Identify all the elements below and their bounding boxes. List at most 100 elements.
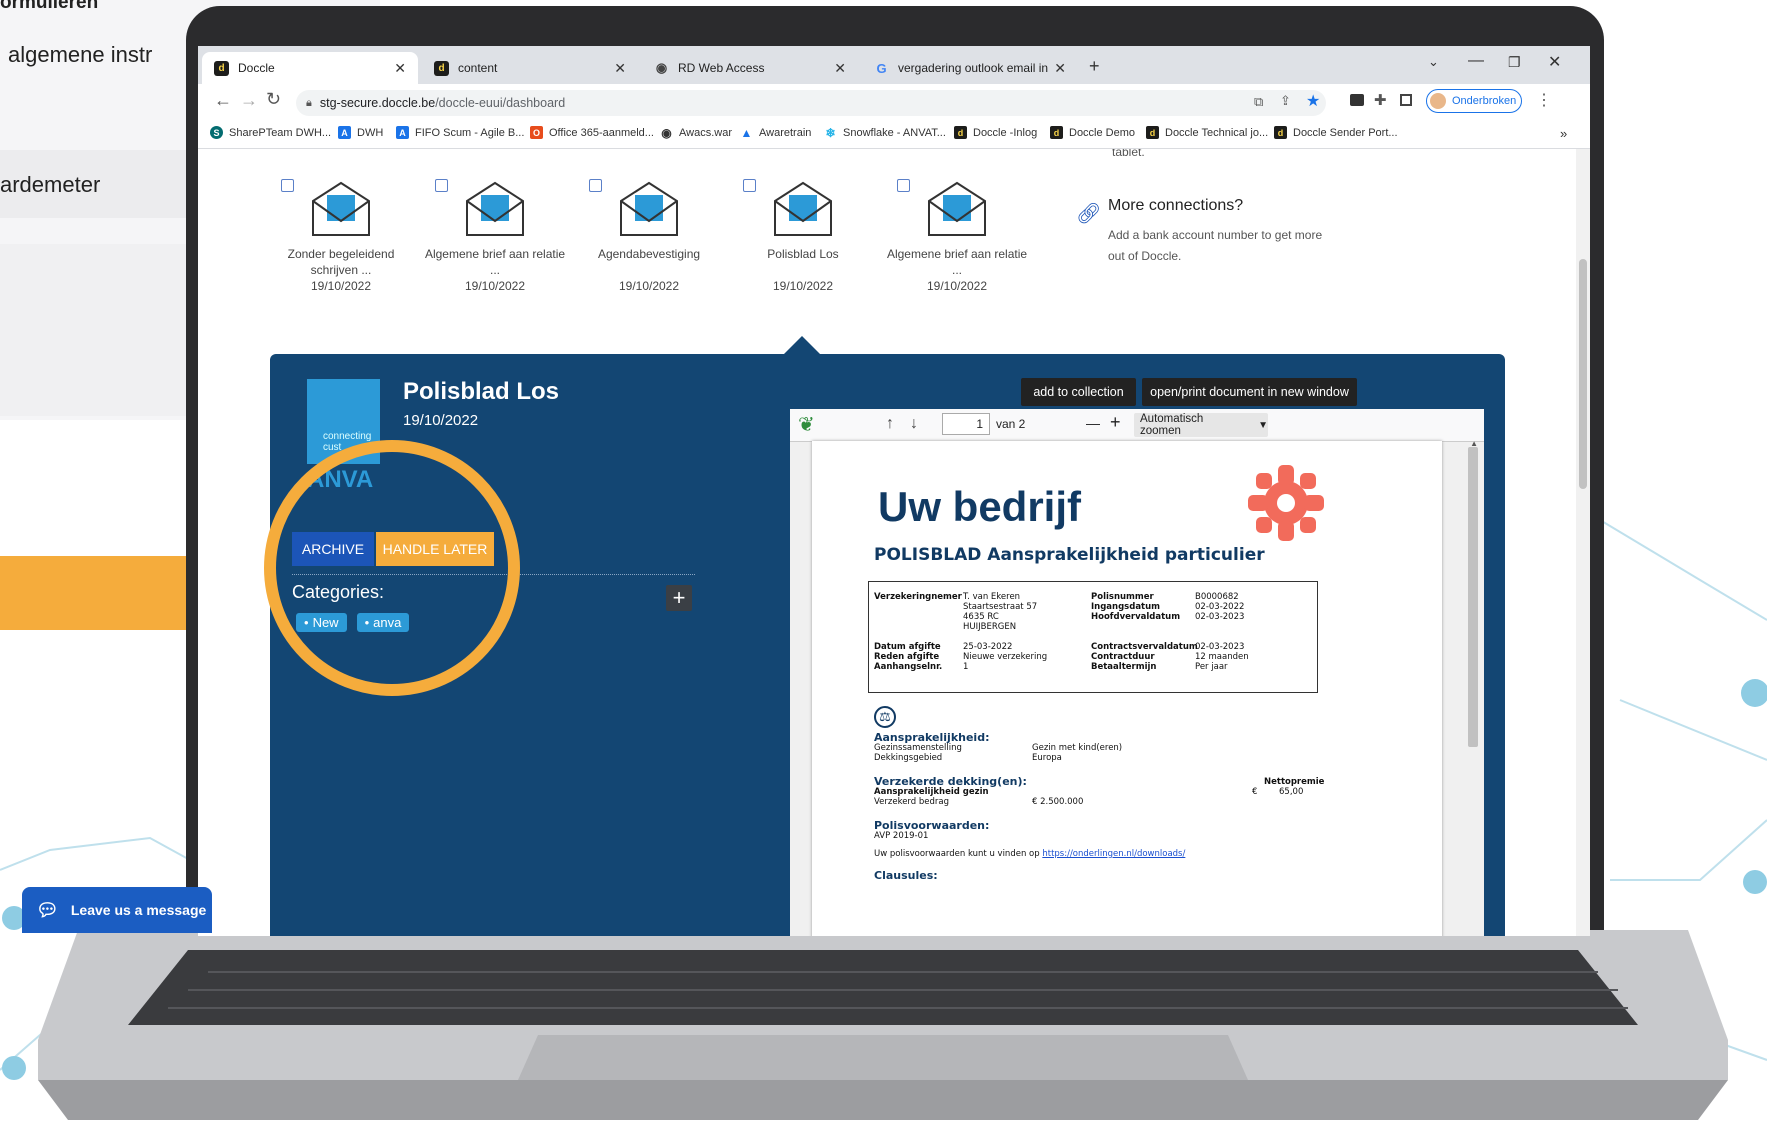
document-date: 19/10/2022 — [926, 279, 988, 293]
open-print-button[interactable]: open/print document in new window — [1142, 378, 1357, 406]
document-card[interactable]: Agendabevestiging 19/10/2022 — [574, 179, 724, 294]
envelope-icon — [774, 181, 832, 236]
menu-kebab-icon[interactable]: ⋮ — [1536, 90, 1552, 110]
doccle-icon: d — [1146, 126, 1159, 139]
bookmark-item[interactable]: A DWH — [338, 126, 383, 139]
document-date: 19/10/2022 — [310, 279, 372, 293]
issue-values: 25-03-2022 Nieuwe verzekering 1 — [963, 642, 1047, 672]
label-coverage-area: Dekkingsgebied — [874, 753, 943, 763]
zoom-in-button[interactable]: + — [1110, 412, 1121, 433]
tab-label: Doccle — [238, 61, 275, 75]
url-field[interactable]: 🔒︎ stg-secure.doccle.be/doccle-euui/dash… — [296, 90, 1326, 116]
share-icon[interactable]: ⇪ — [1280, 93, 1291, 109]
company-logo-icon — [1248, 465, 1324, 541]
bookmarks-more[interactable]: » — [1560, 126, 1567, 141]
forward-icon[interactable]: → — [240, 90, 258, 111]
extension-icon[interactable] — [1350, 94, 1364, 106]
chevron-down-icon: ▼ — [1258, 419, 1268, 431]
translate-icon[interactable]: ⧉ — [1254, 94, 1263, 110]
document-checkbox[interactable] — [897, 179, 910, 192]
tab-doccle[interactable]: d Doccle ✕ — [202, 52, 418, 84]
chat-widget[interactable]: 💬︎ Leave us a message — [22, 887, 212, 933]
add-category-button[interactable]: + — [666, 585, 692, 611]
document-card-selected[interactable]: Polisblad Los 19/10/2022 — [728, 179, 878, 294]
net-premium-value: € 65,00 — [1252, 787, 1304, 797]
bookmark-label: Awacs.war — [679, 126, 732, 139]
address-bar: ← → ↻ 🔒︎ stg-secure.doccle.be/doccle-euu… — [198, 84, 1590, 120]
contract-expiry: 02-03-2023 — [1195, 642, 1245, 652]
tab-content[interactable]: d content ✕ — [422, 52, 638, 84]
conditions-link[interactable]: https://onderlingen.nl/downloads/ — [1042, 849, 1185, 859]
document-checkbox[interactable] — [589, 179, 602, 192]
side-panel-icon[interactable] — [1400, 94, 1412, 106]
main-due-date: 02-03-2023 — [1195, 612, 1245, 622]
label-contract-expiry: Contractsvervaldatum — [1091, 642, 1198, 652]
document-checkbox[interactable] — [281, 179, 294, 192]
issue-date: 25-03-2022 — [963, 642, 1013, 652]
pdf-company-name: Uw bedrijf — [878, 483, 1082, 530]
zoom-select[interactable]: Automatisch zoomen ▼ — [1134, 413, 1268, 437]
pdf-page: Uw bedrijf POLISBLAD Aansprakelijkheid p… — [812, 441, 1442, 936]
bookmark-item[interactable]: d Doccle Sender Port... — [1274, 126, 1398, 139]
insured-amount-label: Verzekerd bedrag — [874, 797, 949, 807]
side-top-text: tablet. — [1112, 149, 1145, 159]
document-checkbox[interactable] — [743, 179, 756, 192]
label-issue-reason: Reden afgifte — [874, 652, 940, 662]
label-family: Gezinssamenstelling — [874, 743, 962, 753]
zoom-out-button[interactable]: — — [1086, 415, 1100, 431]
url-path: /doccle-euui/dashboard — [435, 96, 566, 110]
close-icon[interactable]: ✕ — [614, 60, 626, 77]
page-number-input[interactable]: 1 — [942, 413, 990, 435]
prev-page-icon[interactable]: ↑ — [886, 415, 894, 433]
bookmark-item[interactable]: d Doccle Technical jo... — [1146, 126, 1268, 139]
bookmark-item[interactable]: S SharePTeam DWH... — [210, 126, 331, 139]
policyholder-city: HUIJBERGEN — [963, 622, 1017, 632]
more-connections-title[interactable]: More connections? — [1108, 197, 1243, 215]
bookmark-item[interactable]: O Office 365-aanmeld... — [530, 126, 654, 139]
document-card[interactable]: Algemene brief aan relatie ... 19/10/202… — [882, 179, 1032, 294]
document-card[interactable]: Zonder begeleidend schrijven ... 19/10/2… — [266, 179, 416, 294]
contract-duration: 12 maanden — [1195, 652, 1249, 662]
restore-icon[interactable]: ❐ — [1508, 54, 1521, 71]
tab-google-search[interactable]: G vergadering outlook email in bcc ✕ — [862, 52, 1078, 84]
bookmark-star-icon[interactable]: ★ — [1306, 91, 1320, 111]
next-page-icon[interactable]: ↓ — [910, 415, 918, 433]
more-connections-text: Add a bank account number to get more ou… — [1108, 228, 1323, 263]
close-icon[interactable]: ✕ — [834, 60, 846, 77]
profile-button[interactable]: Onderbroken — [1426, 89, 1522, 113]
close-icon[interactable]: ✕ — [1054, 60, 1066, 77]
liability-labels: Gezinssamenstelling Dekkingsgebied — [874, 743, 962, 763]
document-checkbox[interactable] — [435, 179, 448, 192]
bookmark-item[interactable]: d Doccle -Inlog — [954, 126, 1037, 139]
window-close-icon[interactable]: ✕ — [1548, 52, 1561, 72]
bookmark-item[interactable]: ▲ Awaretrain — [740, 126, 812, 140]
page-scrollbar[interactable] — [1576, 149, 1590, 936]
bookmark-item[interactable]: d Doccle Demo — [1050, 126, 1135, 139]
tab-rd-web-access[interactable]: ◉ RD Web Access ✕ — [642, 52, 858, 84]
scroll-up-icon[interactable]: ▲ — [1470, 439, 1478, 448]
page-scrollbar-thumb[interactable] — [1579, 259, 1587, 489]
label-start-date: Ingangsdatum — [1091, 602, 1161, 612]
document-card[interactable]: Algemene brief aan relatie ... 19/10/202… — [420, 179, 570, 294]
endorsement-number: 1 — [963, 662, 969, 672]
bookmark-item[interactable]: A FIFO Scum - Agile B... — [396, 126, 524, 139]
bookmark-item[interactable]: ◉ Awacs.war — [660, 126, 732, 140]
reload-icon[interactable]: ↻ — [266, 89, 281, 110]
minimize-icon[interactable]: — — [1468, 52, 1484, 70]
back-icon[interactable]: ← — [214, 90, 232, 111]
bookmark-label: Awaretrain — [759, 126, 812, 139]
detail-title: Polisblad Los — [403, 378, 560, 405]
new-tab-button[interactable]: + — [1089, 56, 1100, 77]
policy-values: B0000682 02-03-2022 02-03-2023 — [1195, 592, 1244, 622]
add-to-collection-button[interactable]: add to collection — [1021, 378, 1136, 406]
puzzle-icon[interactable]: ✚ — [1374, 91, 1387, 109]
document-title: Algemene brief aan relatie ... — [424, 247, 566, 277]
close-icon[interactable]: ✕ — [394, 60, 406, 77]
doccle-icon: d — [434, 60, 449, 76]
bookmark-item[interactable]: ❄ Snowflake - ANVAT... — [824, 126, 945, 140]
link-icon: 🔗︎ — [1076, 203, 1102, 225]
tab-search-icon[interactable]: ⌄ — [1428, 54, 1439, 70]
document-title: Polisblad Los — [767, 247, 839, 261]
globe-icon: ◉ — [655, 60, 668, 75]
scrollbar-thumb[interactable] — [1468, 447, 1478, 747]
